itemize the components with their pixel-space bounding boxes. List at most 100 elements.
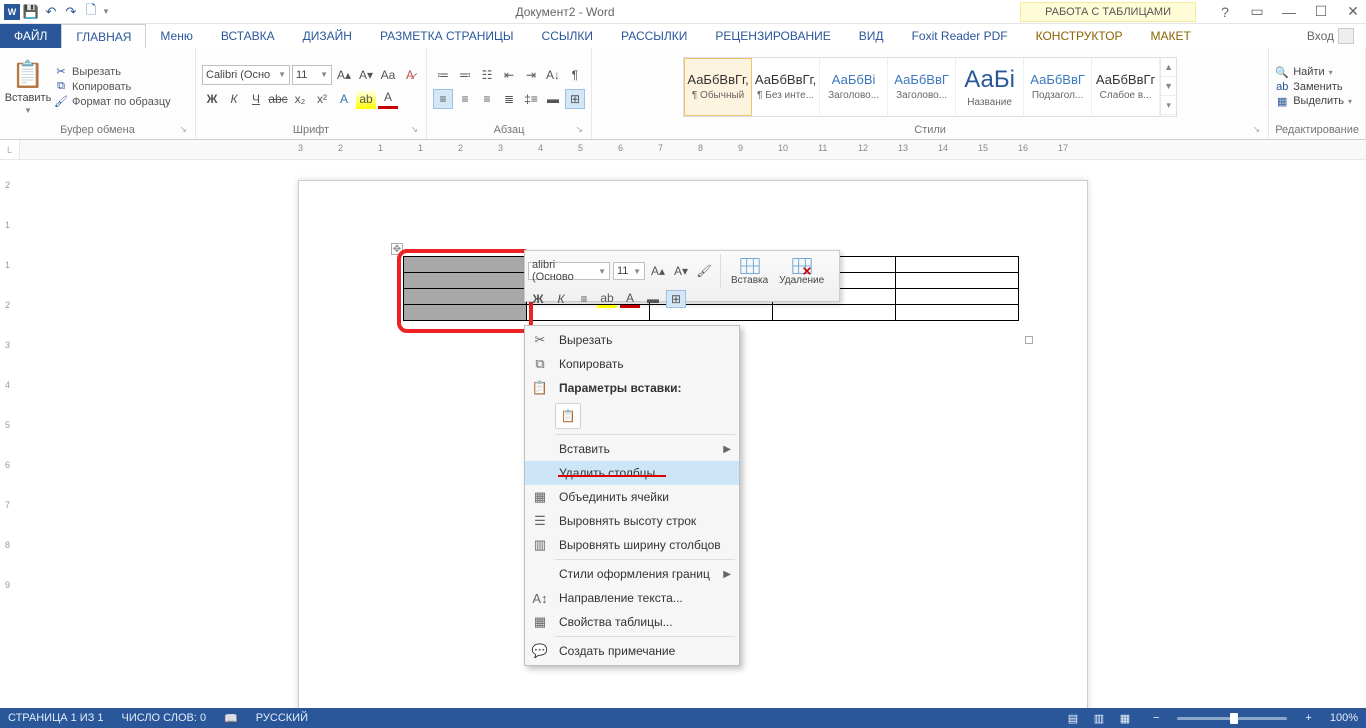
tab-view[interactable]: ВИД (845, 24, 898, 48)
highlight-button[interactable]: ab (356, 89, 376, 109)
table-resize-handle[interactable] (1025, 336, 1033, 344)
align-left-button[interactable]: ≡ (433, 89, 453, 109)
ribbon-options-icon[interactable]: ▭ (1248, 3, 1266, 20)
cm-text-direction[interactable]: A↕Направление текста... (525, 586, 739, 610)
text-effects-button[interactable]: A (334, 89, 354, 109)
indent-inc-button[interactable]: ⇥ (521, 65, 541, 85)
subscript-button[interactable]: x₂ (290, 89, 310, 109)
clear-format-button[interactable]: A̷ (400, 65, 420, 85)
mini-format-painter[interactable]: 🖌 (694, 262, 714, 280)
align-center-button[interactable]: ≡ (455, 89, 475, 109)
tab-insert[interactable]: ВСТАВКА (207, 24, 289, 48)
numbering-button[interactable]: ≕ (455, 65, 475, 85)
tab-file[interactable]: ФАЙЛ (0, 24, 61, 48)
cm-merge-cells[interactable]: ▦Объединить ячейки (525, 485, 739, 509)
status-page[interactable]: СТРАНИЦА 1 ИЗ 1 (8, 712, 104, 724)
font-size-select[interactable]: 11▼ (292, 65, 332, 85)
justify-button[interactable]: ≣ (499, 89, 519, 109)
tab-home[interactable]: ГЛАВНАЯ (61, 24, 146, 48)
underline-button[interactable]: Ч (246, 89, 266, 109)
superscript-button[interactable]: x² (312, 89, 332, 109)
maximize-icon[interactable]: ☐ (1312, 3, 1330, 20)
cm-delete-columns[interactable]: Удалить столбцы (525, 461, 739, 485)
cm-table-properties[interactable]: ▦Свойства таблицы... (525, 610, 739, 634)
cm-insert[interactable]: Вставить▶ (525, 437, 739, 461)
status-language[interactable]: РУССКИЙ (256, 712, 308, 724)
cm-cut[interactable]: ✂Вырезать (525, 328, 739, 352)
cm-copy[interactable]: ⧉Копировать (525, 352, 739, 376)
borders-button[interactable]: ⊞ (565, 89, 585, 109)
close-icon[interactable]: ✕ (1344, 3, 1362, 20)
status-proofing-icon[interactable]: 📖 (224, 712, 238, 725)
table-move-handle[interactable]: ✥ (391, 243, 403, 255)
cm-border-styles[interactable]: Стили оформления границ▶ (525, 562, 739, 586)
replace-button[interactable]: abЗаменить (1275, 81, 1352, 93)
styles-gallery[interactable]: АаБбВвГг,¶ ОбычныйАаБбВвГг,¶ Без инте...… (683, 57, 1177, 117)
table-cell[interactable] (896, 305, 1019, 321)
cm-new-comment[interactable]: 💬Создать примечание (525, 639, 739, 663)
select-button[interactable]: ▦Выделить ▾ (1275, 95, 1352, 108)
minimize-icon[interactable]: — (1280, 4, 1298, 20)
font-name-select[interactable]: Calibri (Осно▼ (202, 65, 290, 85)
save-icon[interactable]: 💾 (22, 3, 40, 21)
table-cell[interactable] (404, 273, 527, 289)
style-item[interactable]: АаБбВвГг,¶ Без инте... (752, 58, 820, 116)
login-label[interactable]: Вход (1307, 29, 1334, 43)
undo-icon[interactable]: ↶ (42, 3, 60, 21)
table-cell[interactable] (896, 257, 1019, 273)
shading-button[interactable]: ▬ (543, 89, 563, 109)
style-item[interactable]: АаБбВвГЗаголово... (888, 58, 956, 116)
grow-font-button[interactable]: A▴ (334, 65, 354, 85)
cm-distribute-rows[interactable]: ☰Выровнять высоту строк (525, 509, 739, 533)
vertical-ruler[interactable]: 21123456789 (0, 160, 20, 708)
new-doc-icon[interactable]: 🗋 (82, 3, 100, 21)
tab-layout[interactable]: МАКЕТ (1137, 24, 1205, 48)
align-right-button[interactable]: ≡ (477, 89, 497, 109)
mini-grow-font[interactable]: A▴ (648, 262, 668, 280)
font-color-button[interactable]: A (378, 89, 398, 109)
view-read-icon[interactable]: ▤ (1063, 712, 1083, 725)
mini-align[interactable]: ≡ (574, 290, 594, 308)
qat-dropdown-icon[interactable]: ▼ (102, 7, 110, 16)
tab-review[interactable]: РЕЦЕНЗИРОВАНИЕ (701, 24, 844, 48)
style-item[interactable]: АаБбВіЗаголово... (820, 58, 888, 116)
avatar-icon[interactable] (1338, 28, 1354, 44)
mini-italic[interactable]: К (551, 290, 571, 308)
copy-button[interactable]: ⧉Копировать (54, 80, 171, 93)
format-painter-button[interactable]: 🖌Формат по образцу (54, 95, 171, 108)
line-spacing-button[interactable]: ‡≡ (521, 89, 541, 109)
tab-menu[interactable]: Меню (146, 24, 206, 48)
tab-page-layout[interactable]: РАЗМЕТКА СТРАНИЦЫ (366, 24, 528, 48)
mini-bold[interactable]: Ж (528, 290, 548, 308)
redo-icon[interactable]: ↷ (62, 3, 80, 21)
zoom-value[interactable]: 100% (1330, 712, 1358, 724)
cut-button[interactable]: ✂Вырезать (54, 65, 171, 78)
change-case-button[interactable]: Aa (378, 65, 398, 85)
mini-font-color[interactable]: A (620, 290, 640, 308)
view-print-icon[interactable]: ▥ (1089, 712, 1109, 725)
cm-distribute-cols[interactable]: ▥Выровнять ширину столбцов (525, 533, 739, 557)
italic-button[interactable]: К (224, 89, 244, 109)
style-item[interactable]: АаБбВвГг,¶ Обычный (684, 58, 752, 116)
table-cell[interactable] (404, 257, 527, 273)
mini-shading[interactable]: ▬ (643, 290, 663, 308)
paste-button[interactable]: 📋 Вставить ▼ (6, 59, 50, 115)
indent-dec-button[interactable]: ⇤ (499, 65, 519, 85)
tab-references[interactable]: ССЫЛКИ (528, 24, 607, 48)
show-marks-button[interactable]: ¶ (565, 65, 585, 85)
mini-highlight[interactable]: ab (597, 290, 617, 308)
table-cell[interactable] (404, 289, 527, 305)
bold-button[interactable]: Ж (202, 89, 222, 109)
tab-foxit[interactable]: Foxit Reader PDF (898, 24, 1022, 48)
mini-borders[interactable]: ⊞ (666, 290, 686, 308)
tab-design[interactable]: ДИЗАЙН (289, 24, 366, 48)
help-icon[interactable]: ? (1216, 4, 1234, 20)
horizontal-ruler[interactable]: 3211234567891011121314151617 (298, 140, 1366, 159)
zoom-thumb[interactable] (1230, 713, 1238, 724)
table-cell[interactable] (896, 289, 1019, 305)
paste-option-keep-source[interactable]: 📋 (555, 403, 581, 429)
sort-button[interactable]: A↓ (543, 65, 563, 85)
table-cell[interactable] (896, 273, 1019, 289)
style-item[interactable]: АаБбВвГгСлабое в... (1092, 58, 1160, 116)
mini-delete-button[interactable]: Удаление (775, 257, 828, 286)
